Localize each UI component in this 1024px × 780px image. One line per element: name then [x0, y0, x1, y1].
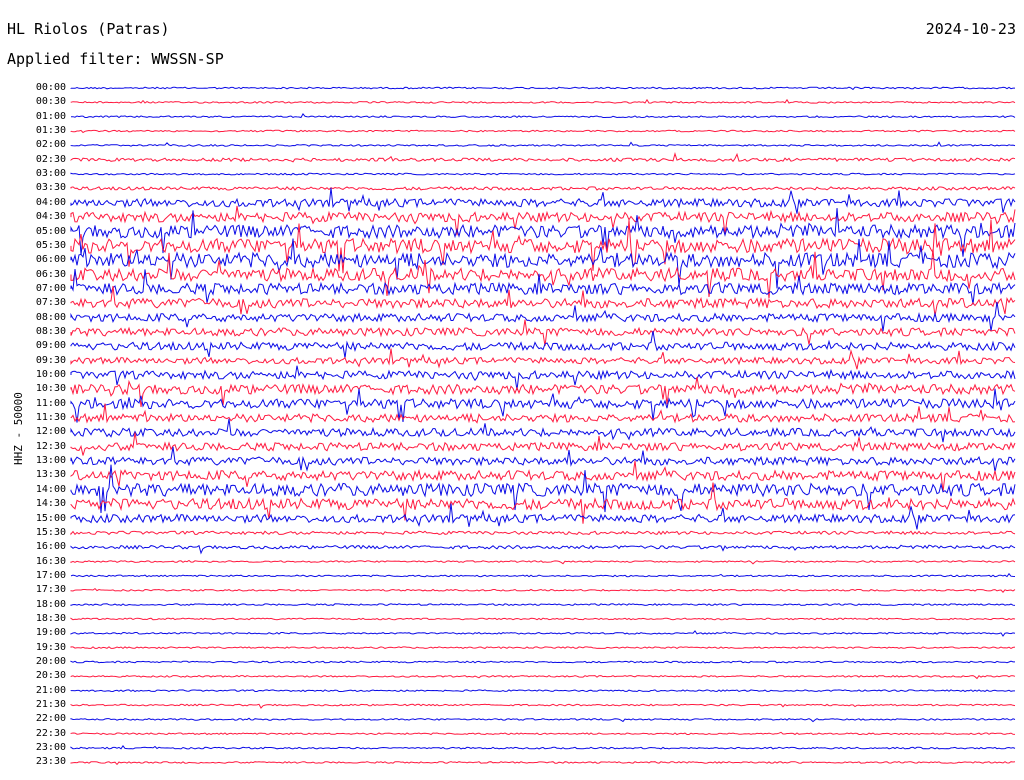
- trace-line: [70, 172, 1016, 176]
- trace-line: [70, 205, 1016, 236]
- trace-line: [70, 646, 1016, 650]
- trace-line: [70, 141, 1016, 147]
- trace-line: [70, 152, 1016, 163]
- trace-line: [70, 559, 1016, 565]
- trace-line: [70, 285, 1016, 316]
- trace-line: [70, 185, 1016, 191]
- trace-line: [70, 348, 1016, 370]
- trace-line: [70, 446, 1016, 472]
- trace-line: [70, 745, 1016, 750]
- trace-line: [70, 432, 1016, 456]
- trace-line: [70, 603, 1016, 607]
- trace-line: [70, 460, 1016, 492]
- trace-line: [70, 544, 1016, 555]
- trace-line: [70, 660, 1015, 664]
- trace-line: [70, 630, 1016, 637]
- trace-line: [70, 187, 1016, 214]
- trace-line: [70, 129, 1016, 134]
- trace-line: [70, 572, 1016, 578]
- trace-line: [70, 587, 1016, 593]
- trace-line: [70, 403, 1016, 424]
- trace-line: [70, 530, 1016, 536]
- trace-line: [70, 365, 1016, 391]
- trace-line: [71, 113, 1016, 119]
- trace-line: [70, 717, 1016, 723]
- trace-line: [70, 301, 1016, 332]
- trace-line: [70, 617, 1016, 621]
- trace-line: [70, 760, 1016, 766]
- trace-line: [70, 674, 1016, 680]
- trace-line: [70, 98, 1016, 104]
- seismogram-plot: [70, 86, 1016, 766]
- trace-line: [70, 689, 1015, 693]
- trace-line: [70, 731, 1016, 736]
- trace-line: [70, 418, 1016, 443]
- trace-line: [70, 319, 1016, 346]
- trace-line: [70, 86, 1015, 91]
- trace-line: [70, 703, 1016, 709]
